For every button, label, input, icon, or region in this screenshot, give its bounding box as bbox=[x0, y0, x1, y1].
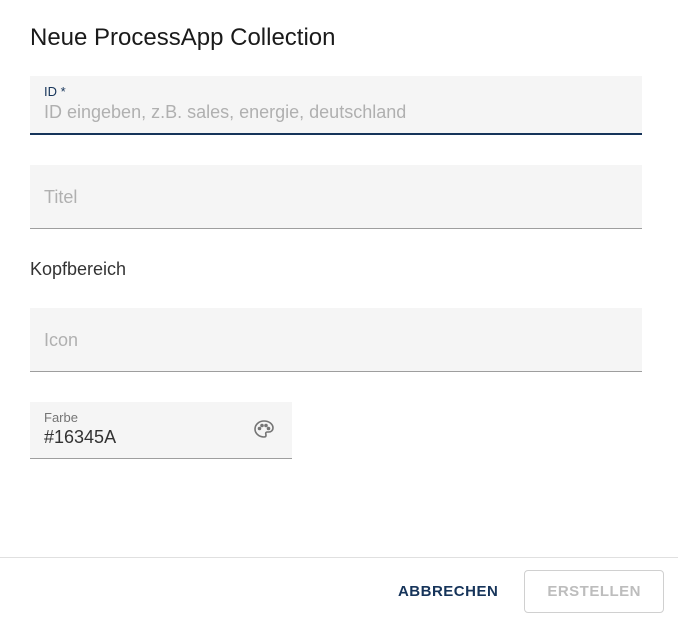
color-field-label: Farbe bbox=[44, 410, 230, 425]
required-marker: * bbox=[61, 84, 66, 99]
title-field-container bbox=[30, 165, 642, 229]
palette-icon bbox=[252, 418, 276, 442]
color-field-text[interactable]: Farbe #16345A bbox=[30, 402, 244, 458]
id-label-text: ID bbox=[44, 84, 57, 99]
new-processapp-collection-dialog: Neue ProcessApp Collection ID * Kopfbere… bbox=[0, 0, 678, 625]
title-input[interactable] bbox=[30, 165, 642, 228]
icon-field-container bbox=[30, 308, 642, 372]
dialog-content: Neue ProcessApp Collection ID * Kopfbere… bbox=[0, 0, 678, 557]
header-section-label: Kopfbereich bbox=[30, 259, 648, 280]
id-field-container: ID * bbox=[30, 76, 642, 135]
dialog-actions: Abbrechen Erstellen bbox=[0, 557, 678, 625]
color-field-value: #16345A bbox=[44, 427, 230, 448]
id-field-label: ID * bbox=[44, 84, 66, 99]
color-picker-button[interactable] bbox=[244, 410, 284, 450]
color-field-container: Farbe #16345A bbox=[30, 402, 292, 459]
cancel-button[interactable]: Abbrechen bbox=[380, 571, 516, 612]
icon-input[interactable] bbox=[30, 308, 642, 371]
create-button[interactable]: Erstellen bbox=[524, 570, 664, 613]
dialog-title: Neue ProcessApp Collection bbox=[30, 24, 648, 52]
id-input[interactable] bbox=[30, 76, 642, 133]
